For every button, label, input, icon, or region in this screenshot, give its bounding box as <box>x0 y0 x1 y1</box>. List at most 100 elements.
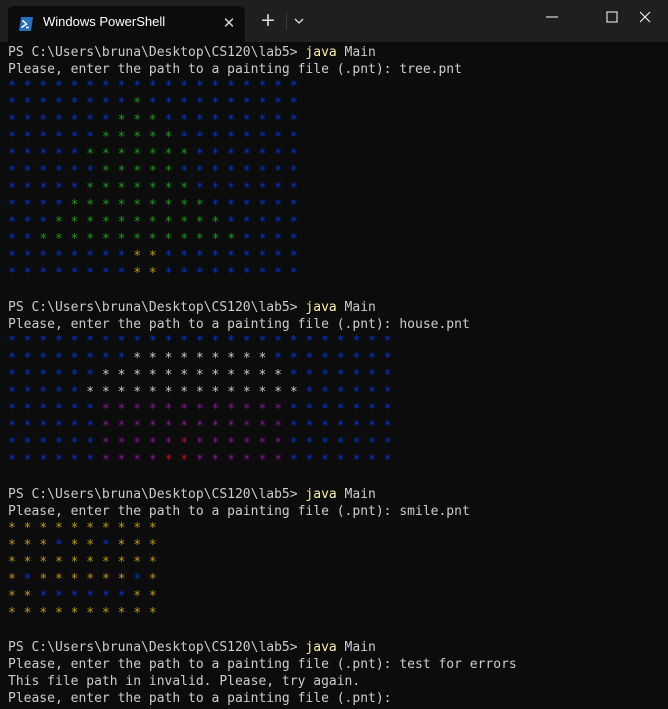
painting-star: * <box>8 113 16 128</box>
painting-star: * <box>148 436 157 451</box>
painting-star: * <box>336 351 345 366</box>
command-args: Main <box>336 640 376 655</box>
output-text: Please, enter the path to a painting fil… <box>8 691 400 706</box>
tab-windows-powershell[interactable]: Windows PowerShell ✕ <box>8 6 245 42</box>
painting-star: * <box>227 402 236 417</box>
painting-star: * <box>242 266 251 281</box>
painting-star: * <box>86 96 95 111</box>
painting-star: * <box>258 334 267 349</box>
painting-row: * * * * * * * * * * * * * * * * * * * <box>8 231 668 248</box>
painting-star: * <box>86 249 95 264</box>
painting-star: * <box>101 181 110 196</box>
painting-star: * <box>54 368 63 383</box>
plus-icon[interactable]: + <box>257 10 279 32</box>
painting-star: * <box>258 215 267 230</box>
painting-star: * <box>227 96 236 111</box>
painting-star: * <box>352 385 361 400</box>
painting-star: * <box>352 436 361 451</box>
painting-row: * * * * * * * * * * * * * * * * * * * <box>8 265 668 282</box>
painting-row: * * * * * * * * * * <box>8 537 668 554</box>
painting-star: * <box>148 96 157 111</box>
painting-star: * <box>54 181 63 196</box>
painting-star: * <box>242 351 251 366</box>
painting-star: * <box>86 589 95 604</box>
painting-row: * * * * * * * * * * * * * * * * * * * * … <box>8 367 668 384</box>
painting-star: * <box>133 215 142 230</box>
painting-star: * <box>23 79 32 94</box>
painting-star: * <box>101 572 110 587</box>
painting-row: * * * * * * * * * * * * * * * * * * * <box>8 163 668 180</box>
painting-row: * * * * * * * * * * * * * * * * * * * * … <box>8 435 668 452</box>
painting-star: * <box>289 198 298 213</box>
painting-star: * <box>368 453 376 468</box>
painting-star: * <box>54 385 63 400</box>
painting-star: * <box>86 368 95 383</box>
close-window-icon[interactable] <box>622 0 668 34</box>
painting-star: * <box>70 113 79 128</box>
painting-star: * <box>117 385 126 400</box>
painting-star: * <box>321 419 329 434</box>
painting-star: * <box>211 130 220 145</box>
painting-star: * <box>274 368 282 383</box>
painting-star: * <box>148 419 157 434</box>
prompt-line: PS C:\Users\bruna\Desktop\CS120\lab5> ja… <box>8 639 668 656</box>
prompt-path: PS C:\Users\bruna\Desktop\CS120\lab5> <box>8 487 306 502</box>
painting-star: * <box>70 606 79 621</box>
painting-star: * <box>133 198 142 213</box>
terminal-output[interactable]: PS C:\Users\bruna\Desktop\CS120\lab5> ja… <box>8 44 668 709</box>
painting-star: * <box>305 436 314 451</box>
painting-star: * <box>195 249 204 264</box>
painting-star: * <box>368 419 376 434</box>
painting-star: * <box>211 385 220 400</box>
painting-star: * <box>227 419 236 434</box>
painting-star: * <box>117 96 126 111</box>
painting-star: * <box>242 164 251 179</box>
painting-star: * <box>70 130 79 145</box>
command-keyword: java <box>305 300 337 315</box>
painting-star: * <box>289 130 298 145</box>
painting-star: * <box>274 164 282 179</box>
painting-star: * <box>23 419 32 434</box>
painting-star: * <box>54 215 63 230</box>
painting-star: * <box>86 436 95 451</box>
painting-row: * * * * * * * * * * * * * * * * * * * * … <box>8 401 668 418</box>
painting-star: * <box>39 521 48 536</box>
painting-star: * <box>8 572 16 587</box>
painting-star: * <box>164 96 173 111</box>
painting-star: * <box>39 334 48 349</box>
painting-star: * <box>195 113 204 128</box>
painting-star: * <box>274 385 282 400</box>
painting-star: * <box>86 402 95 417</box>
painting-star: * <box>258 453 267 468</box>
painting-star: * <box>39 589 48 604</box>
close-icon[interactable]: ✕ <box>221 15 237 31</box>
painting-star: * <box>180 266 189 281</box>
painting-star: * <box>23 334 32 349</box>
painting-star: * <box>133 113 142 128</box>
painting-star: * <box>70 436 79 451</box>
painting-star: * <box>8 419 16 434</box>
painting-star: * <box>86 351 95 366</box>
input-prompt: Please, enter the path to a painting fil… <box>8 317 470 332</box>
painting-star: * <box>133 402 142 417</box>
painting-star: * <box>70 266 79 281</box>
painting-star: * <box>148 79 157 94</box>
painting-star: * <box>8 436 16 451</box>
painting-row: * * * * * * * * * * * * * * * * * * * <box>8 248 668 265</box>
chevron-down-icon[interactable] <box>290 11 308 31</box>
painting-row: * * * * * * * * * * * * * * * * * * * <box>8 112 668 129</box>
painting-star: * <box>258 232 267 247</box>
painting-star: * <box>86 164 95 179</box>
painting-star: * <box>117 555 126 570</box>
painting-star: * <box>289 79 298 94</box>
minimize-icon[interactable] <box>529 0 575 34</box>
painting-star: * <box>133 589 142 604</box>
painting-star: * <box>39 130 48 145</box>
painting-star: * <box>148 232 157 247</box>
painting-row: * * * * * * * * * * * * * * * * * * * * … <box>8 384 668 401</box>
painting-star: * <box>70 79 79 94</box>
painting-star: * <box>23 453 32 468</box>
painting-star: * <box>274 334 282 349</box>
input-prompt-line: Please, enter the path to a painting fil… <box>8 503 668 520</box>
painting-star: * <box>23 538 32 553</box>
